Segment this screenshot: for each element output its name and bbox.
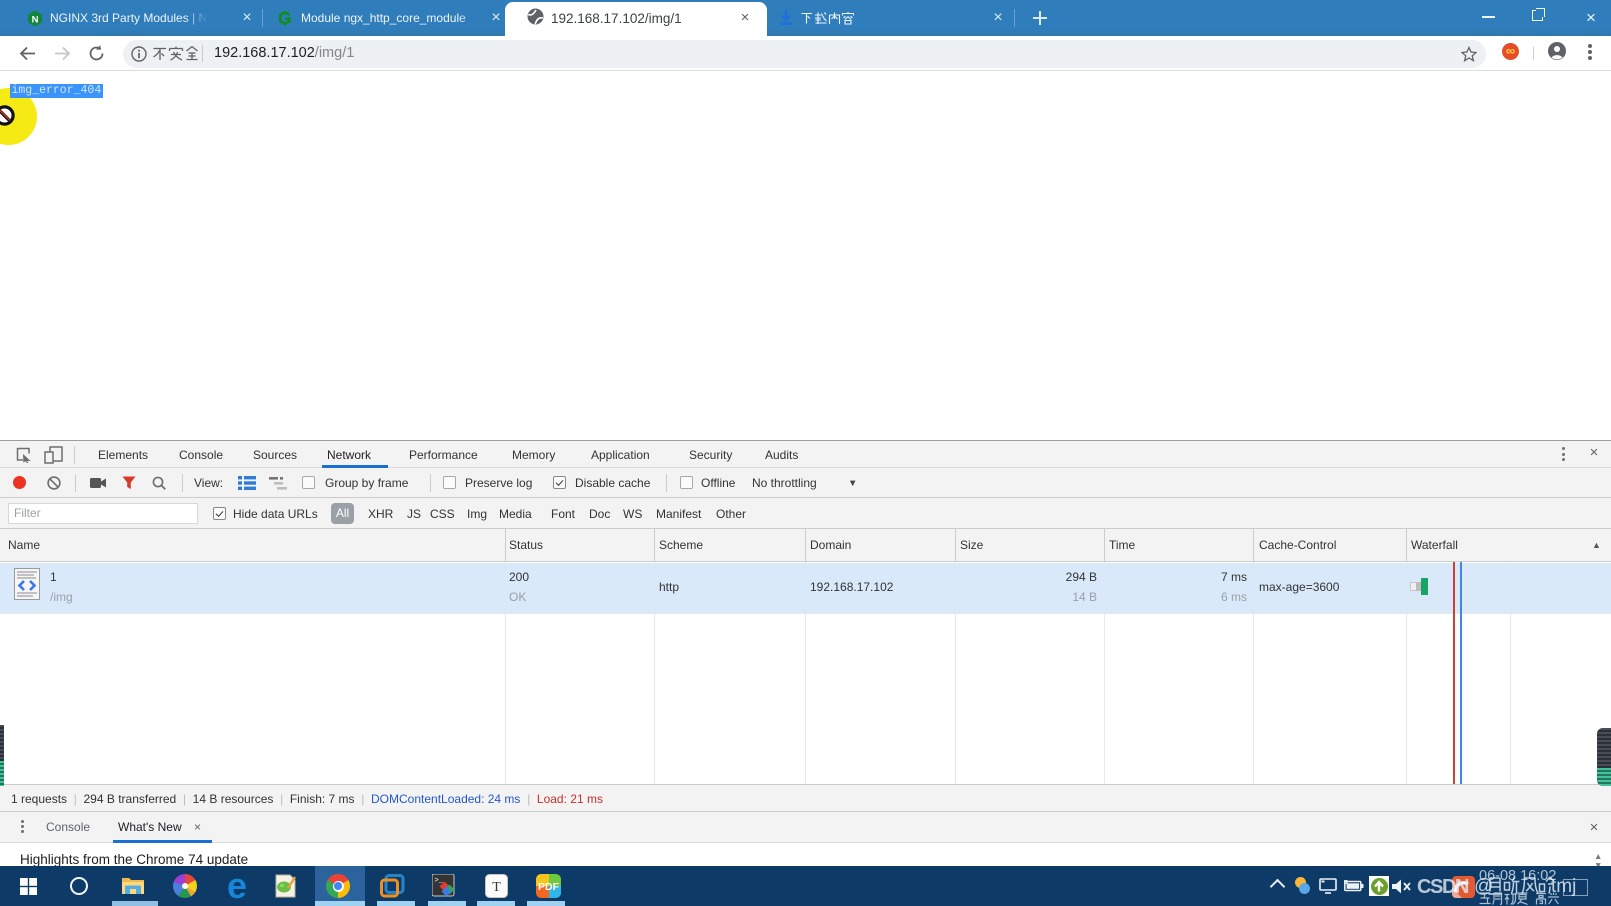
svg-text:T: T [492, 880, 501, 895]
svg-text:PDF: PDF [538, 881, 560, 893]
svg-text:N: N [32, 14, 39, 25]
